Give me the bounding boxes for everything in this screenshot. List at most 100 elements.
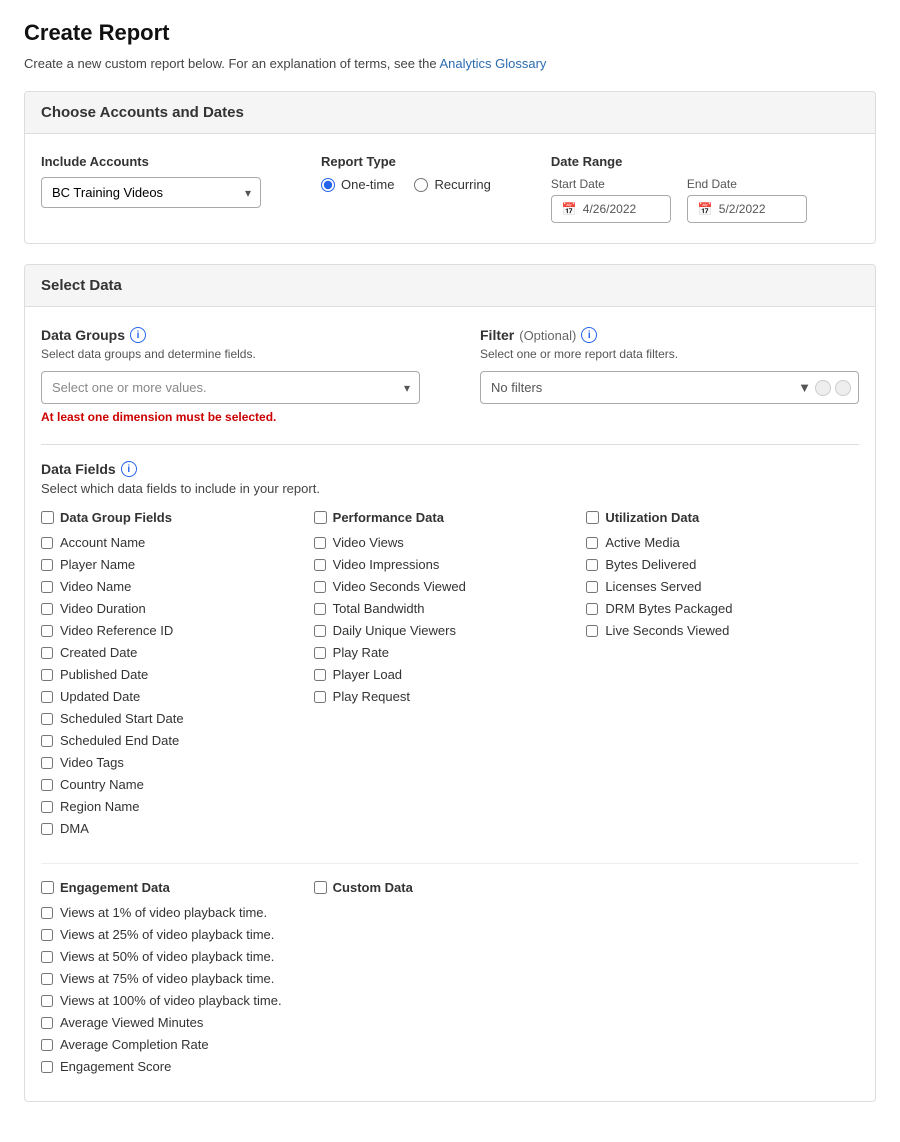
utilization-field-checkbox[interactable] xyxy=(586,537,598,549)
utilization-field-item: Active Media xyxy=(586,535,849,550)
utilization-field-item: Bytes Delivered xyxy=(586,557,849,572)
engagement-field-checkbox[interactable] xyxy=(41,1017,53,1029)
data-group-field-item: Video Duration xyxy=(41,601,304,616)
engagement-field-label: Views at 75% of video playback time. xyxy=(60,971,274,986)
data-group-field-checkbox[interactable] xyxy=(41,603,53,615)
performance-field-checkbox[interactable] xyxy=(314,537,326,549)
data-group-field-label: Video Name xyxy=(60,579,131,594)
utilization-field-item: Live Seconds Viewed xyxy=(586,623,849,638)
choose-accounts-section: Choose Accounts and Dates Include Accoun… xyxy=(24,91,876,244)
data-fields-title: Data Fields i xyxy=(41,461,859,477)
data-group-field-checkbox[interactable] xyxy=(41,537,53,549)
data-fields-grid: Data Group Fields Account NamePlayer Nam… xyxy=(41,510,859,843)
data-group-field-checkbox[interactable] xyxy=(41,581,53,593)
date-range-group: Date Range Start Date 📅 4/26/2022 End Da… xyxy=(551,154,807,223)
utilization-data-checkbox[interactable] xyxy=(586,511,599,524)
report-type-recurring[interactable]: Recurring xyxy=(414,177,490,192)
engagement-data-checkbox[interactable] xyxy=(41,881,54,894)
report-type-recurring-radio[interactable] xyxy=(414,178,428,192)
data-groups-col: Data Groups i Select data groups and det… xyxy=(41,327,420,424)
performance-field-label: Player Load xyxy=(333,667,402,682)
utilization-field-label: Active Media xyxy=(605,535,679,550)
engagement-data-label: Engagement Data xyxy=(60,880,170,895)
filter-circle-2 xyxy=(835,380,851,396)
custom-data-label: Custom Data xyxy=(333,880,413,895)
performance-field-label: Video Impressions xyxy=(333,557,440,572)
engagement-field-item: Average Completion Rate xyxy=(41,1037,304,1052)
custom-data-checkbox[interactable] xyxy=(314,881,327,894)
performance-data-checkbox[interactable] xyxy=(314,511,327,524)
engagement-field-checkbox[interactable] xyxy=(41,907,53,919)
engagement-field-checkbox[interactable] xyxy=(41,1061,53,1073)
data-groups-select[interactable]: Select one or more values. xyxy=(41,371,420,404)
performance-data-col: Performance Data Video ViewsVideo Impres… xyxy=(314,510,587,843)
engagement-field-label: Engagement Score xyxy=(60,1059,171,1074)
report-type-label: Report Type xyxy=(321,154,491,169)
data-group-field-item: Video Tags xyxy=(41,755,304,770)
engagement-field-checkbox[interactable] xyxy=(41,951,53,963)
analytics-glossary-link[interactable]: Analytics Glossary xyxy=(440,56,547,71)
engagement-field-checkbox[interactable] xyxy=(41,929,53,941)
engagement-field-item: Views at 50% of video playback time. xyxy=(41,949,304,964)
report-type-options: One-time Recurring xyxy=(321,177,491,192)
data-fields-subtitle: Select which data fields to include in y… xyxy=(41,481,859,496)
data-group-fields-label: Data Group Fields xyxy=(60,510,172,525)
intro-text: Create a new custom report below. For an… xyxy=(24,56,876,71)
engagement-field-label: Views at 25% of video playback time. xyxy=(60,927,274,942)
performance-field-label: Play Request xyxy=(333,689,410,704)
performance-field-checkbox[interactable] xyxy=(314,647,326,659)
data-group-field-checkbox[interactable] xyxy=(41,713,53,725)
data-group-field-checkbox[interactable] xyxy=(41,625,53,637)
performance-field-checkbox[interactable] xyxy=(314,669,326,681)
data-group-field-item: Scheduled End Date xyxy=(41,733,304,748)
engagement-data-col: Engagement Data Views at 1% of video pla… xyxy=(41,880,314,1081)
data-group-field-label: Scheduled End Date xyxy=(60,733,179,748)
performance-field-label: Total Bandwidth xyxy=(333,601,425,616)
data-group-field-checkbox[interactable] xyxy=(41,801,53,813)
performance-field-checkbox[interactable] xyxy=(314,691,326,703)
report-type-one-time-label: One-time xyxy=(341,177,394,192)
utilization-field-checkbox[interactable] xyxy=(586,581,598,593)
report-type-one-time-radio[interactable] xyxy=(321,178,335,192)
data-group-field-checkbox[interactable] xyxy=(41,735,53,747)
report-type-group: Report Type One-time Recurring xyxy=(321,154,491,192)
end-date-input[interactable]: 📅 5/2/2022 xyxy=(687,195,807,223)
filter-subtitle: Select one or more report data filters. xyxy=(480,347,859,361)
data-group-field-label: Scheduled Start Date xyxy=(60,711,184,726)
section2-header: Select Data xyxy=(25,265,875,307)
engagement-field-checkbox[interactable] xyxy=(41,995,53,1007)
data-group-field-checkbox[interactable] xyxy=(41,647,53,659)
performance-data-label: Performance Data xyxy=(333,510,444,525)
data-group-field-checkbox[interactable] xyxy=(41,779,53,791)
data-group-field-checkbox[interactable] xyxy=(41,823,53,835)
start-date-input[interactable]: 📅 4/26/2022 xyxy=(551,195,671,223)
data-group-field-checkbox[interactable] xyxy=(41,559,53,571)
include-accounts-select[interactable]: BC Training Videos xyxy=(41,177,261,208)
data-group-fields-checkbox[interactable] xyxy=(41,511,54,524)
data-group-fields-list: Account NamePlayer NameVideo NameVideo D… xyxy=(41,535,304,836)
data-group-field-item: DMA xyxy=(41,821,304,836)
data-group-field-label: Country Name xyxy=(60,777,144,792)
performance-data-list: Video ViewsVideo ImpressionsVideo Second… xyxy=(314,535,577,704)
data-group-field-checkbox[interactable] xyxy=(41,691,53,703)
engagement-field-item: Views at 75% of video playback time. xyxy=(41,971,304,986)
data-group-field-checkbox[interactable] xyxy=(41,669,53,681)
data-fields-section: Data Fields i Select which data fields t… xyxy=(41,444,859,1081)
utilization-field-checkbox[interactable] xyxy=(586,603,598,615)
performance-field-item: Video Seconds Viewed xyxy=(314,579,577,594)
performance-field-checkbox[interactable] xyxy=(314,603,326,615)
performance-field-checkbox[interactable] xyxy=(314,581,326,593)
data-group-field-checkbox[interactable] xyxy=(41,757,53,769)
performance-field-checkbox[interactable] xyxy=(314,625,326,637)
utilization-data-header: Utilization Data xyxy=(586,510,849,525)
report-type-one-time[interactable]: One-time xyxy=(321,177,394,192)
engagement-field-checkbox[interactable] xyxy=(41,1039,53,1051)
performance-field-checkbox[interactable] xyxy=(314,559,326,571)
filter-select-wrapper: No filters ▼ xyxy=(480,371,859,404)
utilization-field-checkbox[interactable] xyxy=(586,559,598,571)
utilization-field-checkbox[interactable] xyxy=(586,625,598,637)
data-group-field-label: Video Duration xyxy=(60,601,146,616)
engagement-field-checkbox[interactable] xyxy=(41,973,53,985)
utilization-field-label: Live Seconds Viewed xyxy=(605,623,729,638)
filter-arrow-icon[interactable]: ▼ xyxy=(798,380,811,395)
